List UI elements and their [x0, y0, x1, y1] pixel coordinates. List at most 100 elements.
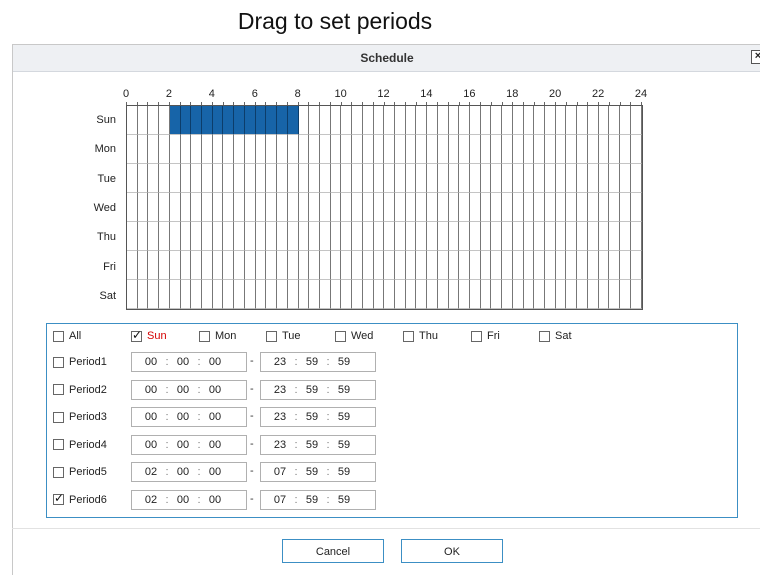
schedule-cell[interactable] [127, 106, 138, 135]
schedule-cell[interactable] [427, 251, 438, 280]
day-check-tue[interactable]: Tue [266, 330, 301, 342]
schedule-cell[interactable] [127, 135, 138, 164]
schedule-cell[interactable] [480, 193, 492, 222]
schedule-cell[interactable] [255, 106, 267, 135]
schedule-cell[interactable] [127, 222, 138, 251]
schedule-cell[interactable] [169, 135, 181, 164]
schedule-cell[interactable] [244, 193, 256, 222]
schedule-cell[interactable] [191, 193, 203, 222]
schedule-cell[interactable] [352, 280, 363, 309]
schedule-cell[interactable] [598, 251, 610, 280]
schedule-cell[interactable] [394, 280, 406, 309]
schedule-cell[interactable] [223, 280, 235, 309]
schedule-cell[interactable] [159, 222, 170, 251]
schedule-cell[interactable] [127, 164, 138, 193]
schedule-cell[interactable] [587, 135, 599, 164]
schedule-cell[interactable] [427, 106, 438, 135]
schedule-cell[interactable] [180, 193, 192, 222]
time-hour[interactable]: 00 [140, 439, 162, 451]
schedule-cell[interactable] [202, 164, 213, 193]
schedule-cell[interactable] [287, 164, 299, 193]
checkbox-icon[interactable] [53, 411, 64, 423]
time-hour[interactable]: 23 [269, 439, 291, 451]
schedule-cell[interactable] [394, 222, 406, 251]
schedule-cell[interactable] [180, 135, 192, 164]
schedule-cell[interactable] [577, 222, 588, 251]
checkbox-icon[interactable] [199, 330, 210, 342]
schedule-cell[interactable] [330, 280, 342, 309]
period-end-time[interactable]: 23:59:59 [260, 434, 376, 455]
schedule-cell[interactable] [137, 164, 149, 193]
schedule-cell[interactable] [223, 164, 235, 193]
schedule-cell[interactable] [202, 251, 213, 280]
schedule-cell[interactable] [512, 280, 524, 309]
schedule-cell[interactable] [630, 164, 642, 193]
time-hour[interactable]: 02 [140, 466, 162, 478]
schedule-cell[interactable] [609, 106, 621, 135]
schedule-cell[interactable] [437, 280, 449, 309]
time-minute[interactable]: 59 [301, 466, 323, 478]
schedule-cell[interactable] [491, 222, 503, 251]
schedule-cell[interactable] [630, 222, 642, 251]
schedule-cell[interactable] [341, 222, 353, 251]
time-hour[interactable]: 00 [140, 411, 162, 423]
schedule-cell[interactable] [480, 164, 492, 193]
schedule-cell[interactable] [255, 280, 267, 309]
schedule-cell[interactable] [212, 135, 224, 164]
schedule-cell[interactable] [609, 164, 621, 193]
period-check-2[interactable]: Period2 [53, 384, 107, 396]
schedule-cell[interactable] [555, 222, 567, 251]
schedule-cell[interactable] [234, 280, 245, 309]
schedule-cell[interactable] [620, 164, 631, 193]
schedule-cell[interactable] [298, 222, 310, 251]
schedule-cell[interactable] [566, 193, 578, 222]
schedule-cell[interactable] [159, 106, 170, 135]
schedule-cell[interactable] [405, 193, 417, 222]
schedule-cell[interactable] [362, 164, 374, 193]
schedule-cell[interactable] [577, 164, 588, 193]
time-hour[interactable]: 07 [269, 494, 291, 506]
schedule-cell[interactable] [298, 164, 310, 193]
schedule-cell[interactable] [319, 222, 331, 251]
schedule-cell[interactable] [191, 280, 203, 309]
period-check-4[interactable]: Period4 [53, 439, 107, 451]
schedule-cell[interactable] [319, 193, 331, 222]
schedule-cell[interactable] [277, 222, 288, 251]
schedule-cell[interactable] [277, 106, 288, 135]
period-end-time[interactable]: 23:59:59 [260, 407, 376, 427]
schedule-cell[interactable] [137, 280, 149, 309]
schedule-cell[interactable] [287, 193, 299, 222]
schedule-cell[interactable] [330, 222, 342, 251]
checkbox-icon[interactable] [53, 330, 64, 342]
schedule-cell[interactable] [448, 193, 460, 222]
schedule-cell[interactable] [384, 251, 395, 280]
schedule-cell[interactable] [298, 106, 310, 135]
schedule-cell[interactable] [384, 106, 395, 135]
schedule-cell[interactable] [330, 164, 342, 193]
schedule-cell[interactable] [298, 280, 310, 309]
schedule-cell[interactable] [427, 164, 438, 193]
schedule-cell[interactable] [202, 222, 213, 251]
schedule-cell[interactable] [234, 106, 245, 135]
schedule-cell[interactable] [555, 251, 567, 280]
schedule-cell[interactable] [566, 251, 578, 280]
time-second[interactable]: 59 [333, 466, 355, 478]
schedule-cell[interactable] [352, 222, 363, 251]
schedule-cell[interactable] [630, 251, 642, 280]
day-check-fri[interactable]: Fri [471, 330, 500, 342]
schedule-cell[interactable] [373, 164, 385, 193]
schedule-cell[interactable] [180, 222, 192, 251]
time-minute[interactable]: 59 [301, 411, 323, 423]
schedule-cell[interactable] [148, 280, 160, 309]
schedule-cell[interactable] [416, 164, 428, 193]
schedule-cell[interactable] [427, 280, 438, 309]
schedule-cell[interactable] [416, 251, 428, 280]
schedule-cell[interactable] [448, 251, 460, 280]
period-start-time[interactable]: 00:00:00 [131, 407, 247, 427]
schedule-cell[interactable] [148, 222, 160, 251]
schedule-cell[interactable] [223, 193, 235, 222]
schedule-cell[interactable] [491, 251, 503, 280]
schedule-cell[interactable] [287, 222, 299, 251]
time-second[interactable]: 59 [333, 356, 355, 368]
schedule-cell[interactable] [298, 251, 310, 280]
